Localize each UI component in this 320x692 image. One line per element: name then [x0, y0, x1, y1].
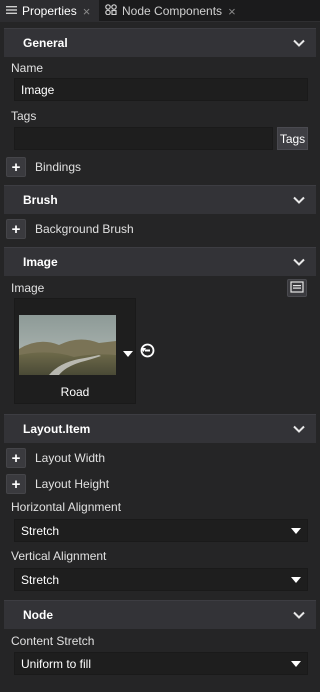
chevron-down-icon[interactable]	[292, 193, 306, 207]
name-label: Name	[11, 61, 44, 75]
tags-field[interactable]	[14, 127, 273, 150]
layout-height-label: Layout Height	[35, 477, 110, 491]
section-brush[interactable]: Brush	[4, 185, 316, 214]
chevron-down-icon[interactable]	[292, 255, 306, 269]
plus-icon: +	[11, 475, 21, 493]
content-stretch-label: Content Stretch	[11, 634, 95, 648]
image-name: Road	[60, 385, 90, 399]
plus-icon: +	[11, 220, 21, 238]
tab-node-components[interactable]: Node Components ×	[101, 0, 251, 22]
chevron-down-icon	[291, 660, 301, 667]
tab-bar: Properties × Node Components ×	[0, 0, 320, 22]
content-stretch-value: Uniform to fill	[21, 656, 92, 671]
chevron-down-icon[interactable]	[292, 608, 306, 622]
close-tab-icon[interactable]: ×	[228, 4, 236, 19]
section-general[interactable]: General	[4, 28, 316, 57]
horizontal-alignment-select[interactable]: Stretch	[14, 519, 308, 542]
background-brush-label: Background Brush	[35, 222, 134, 236]
components-icon	[105, 4, 117, 18]
section-title: General	[23, 36, 68, 50]
tab-properties-label: Properties	[22, 4, 77, 18]
tab-properties[interactable]: Properties ×	[0, 0, 99, 22]
horizontal-alignment-value: Stretch	[21, 523, 60, 538]
add-layout-width-button[interactable]: +	[6, 448, 26, 468]
bindings-label: Bindings	[35, 160, 82, 174]
content-stretch-select[interactable]: Uniform to fill	[14, 652, 308, 675]
section-image[interactable]: Image	[4, 247, 316, 276]
tags-label: Tags	[11, 109, 37, 123]
add-layout-height-button[interactable]: +	[6, 474, 26, 494]
section-title: Brush	[23, 193, 58, 207]
revert-icon[interactable]	[140, 343, 155, 361]
add-binding-button[interactable]: +	[6, 157, 26, 177]
image-thumbnail-card[interactable]: Road	[14, 298, 136, 404]
name-field[interactable]: Image	[14, 78, 308, 101]
chevron-down-icon[interactable]	[292, 36, 306, 50]
chevron-down-icon	[291, 576, 301, 583]
plus-icon: +	[11, 449, 21, 467]
vertical-alignment-label: Vertical Alignment	[11, 549, 107, 563]
close-tab-icon[interactable]: ×	[83, 4, 91, 19]
add-background-brush-button[interactable]: +	[6, 219, 26, 239]
vertical-alignment-select[interactable]: Stretch	[14, 568, 308, 591]
section-title: Image	[23, 255, 58, 269]
tab-node-components-label: Node Components	[122, 4, 223, 18]
image-label: Image	[11, 281, 45, 295]
browse-image-button[interactable]	[287, 279, 307, 297]
section-node[interactable]: Node	[4, 600, 316, 629]
road-thumbnail	[19, 315, 116, 375]
image-browser-icon	[290, 280, 304, 296]
chevron-down-icon	[291, 527, 301, 534]
plus-icon: +	[11, 158, 21, 176]
horizontal-alignment-label: Horizontal Alignment	[11, 500, 122, 514]
chevron-down-icon[interactable]	[292, 422, 306, 436]
section-layout-item[interactable]: Layout.Item	[4, 414, 316, 443]
tags-button[interactable]: Tags	[277, 127, 308, 150]
vertical-alignment-value: Stretch	[21, 572, 60, 587]
list-icon	[6, 5, 17, 18]
section-title: Node	[23, 608, 53, 622]
image-dropdown-caret[interactable]	[123, 347, 133, 361]
section-title: Layout.Item	[23, 422, 91, 436]
layout-width-label: Layout Width	[35, 451, 106, 465]
